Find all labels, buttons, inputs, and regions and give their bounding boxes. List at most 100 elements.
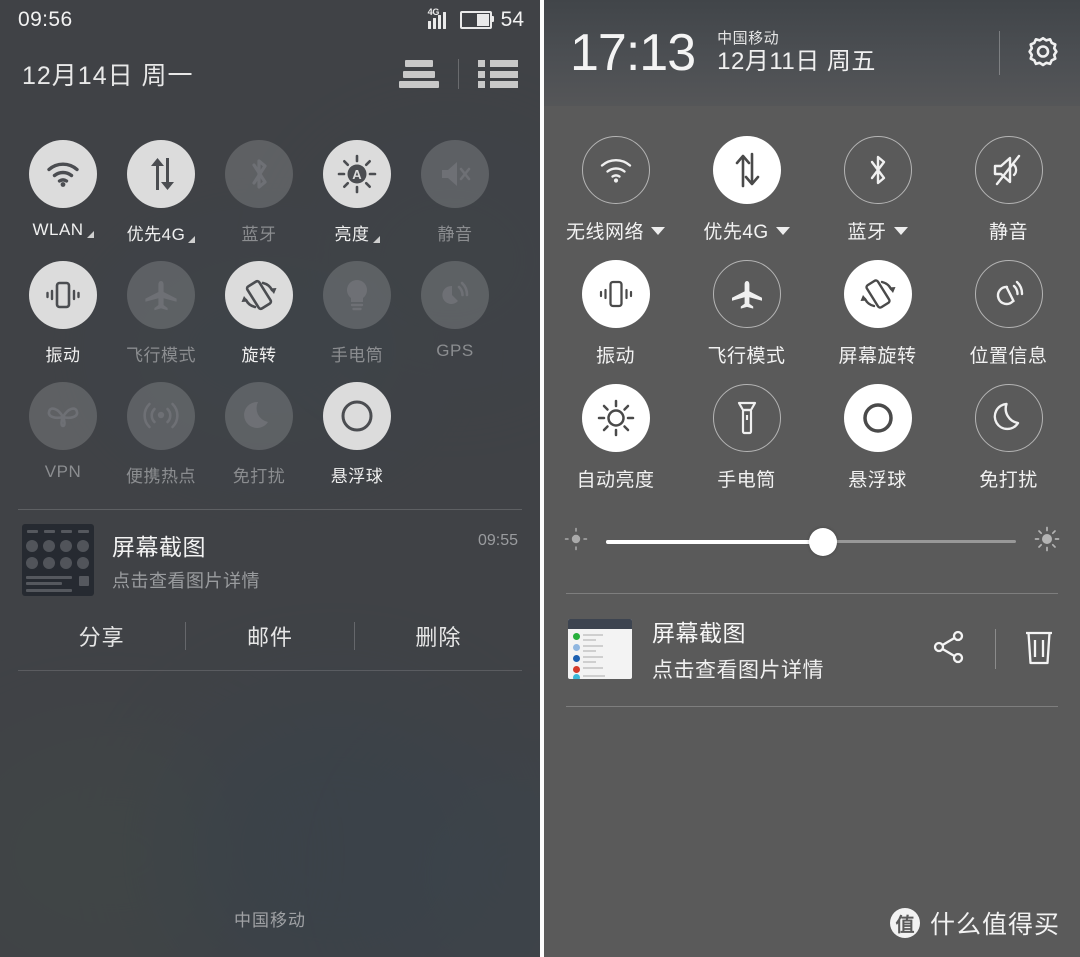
wifi-icon: [581, 136, 650, 204]
toggle-vibrate[interactable]: 振动: [550, 244, 681, 368]
toggle-dnd[interactable]: 免打扰: [943, 368, 1074, 492]
notification-action-delete[interactable]: 删除: [355, 620, 522, 652]
watermark-text: 什么值得买: [929, 911, 1060, 939]
expand-corner-icon[interactable]: [188, 236, 196, 243]
toggle-mute[interactable]: 静音: [943, 120, 1074, 244]
toggle-row: WLAN 优先4G 蓝牙 A 亮度 静音: [14, 124, 526, 245]
toggle-label: 振动: [595, 346, 635, 367]
gear-icon[interactable]: [1024, 34, 1062, 72]
toggle-empty-slot: [406, 366, 504, 487]
toggle-rotate[interactable]: 屏幕旋转: [812, 244, 943, 368]
toggle-label: 无线网络: [565, 222, 644, 243]
toggle-label: 手电筒: [330, 346, 384, 365]
toggle-mute[interactable]: 静音: [406, 124, 504, 245]
screenshot-root: 09:56 4G 54 12月14日 周一 WLAN 优先4G 蓝牙 A 亮度 …: [0, 0, 1080, 957]
notification-action-share[interactable]: 分享: [18, 620, 185, 652]
toggle-row: VPN 便携热点 免打扰 悬浮球: [14, 366, 526, 487]
toggle-floating-ball[interactable]: 悬浮球: [308, 366, 406, 487]
bluetooth-icon: [225, 140, 293, 208]
toggle-label: 振动: [45, 346, 81, 365]
list-icon[interactable]: [478, 60, 518, 88]
toggle-label: 屏幕旋转: [838, 346, 917, 367]
moon-icon: [974, 384, 1043, 452]
rotate-icon: [225, 261, 293, 329]
toggle-vibrate[interactable]: 振动: [14, 245, 112, 366]
toggle-gps[interactable]: GPS: [406, 245, 504, 366]
brightness-high-icon: [1034, 526, 1060, 557]
chevron-down-icon[interactable]: [893, 226, 908, 235]
toggle-label: 悬浮球: [848, 470, 907, 491]
toggle-row: 自动亮度 手电筒 悬浮球 免打扰: [550, 368, 1074, 492]
toggle-wlan[interactable]: WLAN: [14, 124, 112, 245]
toggle-flashlight[interactable]: 手电筒: [308, 245, 406, 366]
toggle-row: 无线网络 优先4G 蓝牙 静音: [550, 120, 1074, 244]
right-phone-panel: 17:13 中国移动 12月11日 周五 无线网络 优先4G 蓝牙 静音 振动 …: [544, 0, 1080, 957]
toggle-vpn[interactable]: VPN: [14, 366, 112, 487]
moon-icon: [225, 382, 293, 450]
notification-title: 屏幕截图: [652, 620, 746, 646]
watermark: 值 什么值得买: [889, 905, 1060, 941]
toggle-bluetooth[interactable]: 蓝牙: [210, 124, 308, 245]
notification-actions: 分享 邮件 删除: [18, 606, 522, 671]
left-notification: 屏幕截图 点击查看图片详情 09:55 分享 邮件 删除: [18, 509, 522, 671]
auto-brightness-icon: A: [323, 140, 391, 208]
expand-corner-icon[interactable]: [372, 236, 380, 243]
toggle-label: 旋转: [241, 346, 277, 365]
airplane-icon: [127, 261, 195, 329]
toggle-bluetooth[interactable]: 蓝牙: [812, 120, 943, 244]
toggle-dnd[interactable]: 免打扰: [210, 366, 308, 487]
slider-thumb[interactable]: [809, 527, 838, 556]
toggle-auto-brightness[interactable]: 自动亮度: [550, 368, 681, 492]
expand-corner-icon[interactable]: [86, 231, 94, 238]
left-toggle-grid: WLAN 优先4G 蓝牙 A 亮度 静音 振动 飞行模式 旋转 手电筒 GPS …: [0, 108, 540, 487]
toggle-row: 振动 飞行模式 旋转 手电筒 GPS: [14, 245, 526, 366]
chevron-down-icon[interactable]: [775, 226, 790, 235]
toggle-brightness[interactable]: A 亮度: [308, 124, 406, 245]
toggle-label: WLAN: [32, 220, 84, 239]
airplane-icon: [712, 260, 781, 328]
brightness-low-icon: [564, 527, 588, 556]
chevron-down-icon[interactable]: [651, 226, 665, 235]
toggle-floating-ball[interactable]: 悬浮球: [812, 368, 943, 492]
bluetooth-icon: [843, 136, 912, 204]
toggle-label: 亮度: [334, 225, 370, 244]
bars-icon[interactable]: [399, 60, 439, 88]
toggle-location[interactable]: 位置信息: [943, 244, 1074, 368]
toggle-airplane[interactable]: 飞行模式: [681, 244, 812, 368]
toggle-label: 自动亮度: [576, 470, 655, 491]
toggle-label: 优先4G: [703, 222, 769, 243]
toggle-wifi[interactable]: 无线网络: [550, 120, 681, 244]
svg-text:A: A: [352, 167, 362, 182]
notification-time: 09:55: [477, 532, 518, 549]
sun-icon: [581, 384, 650, 452]
notification-title: 屏幕截图: [112, 533, 206, 560]
left-status-bar: 09:56 4G 54: [0, 0, 540, 40]
hotspot-icon: [127, 382, 195, 450]
toggle-label: 飞行模式: [126, 346, 196, 365]
signal-bars-icon: 4G: [427, 7, 451, 29]
toggle-airplane[interactable]: 飞行模式: [112, 245, 210, 366]
toggle-hotspot[interactable]: 便携热点: [112, 366, 210, 487]
header-divider: [999, 31, 1000, 75]
notification-row[interactable]: 屏幕截图 点击查看图片详情 09:55: [18, 510, 522, 606]
toggle-rotate[interactable]: 旋转: [210, 245, 308, 366]
toggle-label: 蓝牙: [847, 222, 887, 243]
toggle-data[interactable]: 优先4G: [112, 124, 210, 245]
rotate-icon: [843, 260, 912, 328]
toggle-flashlight[interactable]: 手电筒: [681, 368, 812, 492]
watermark-logo: 值: [889, 908, 920, 938]
battery-icon: [459, 11, 494, 29]
left-date-label: 12月14日 周一: [22, 62, 194, 90]
share-icon[interactable]: [929, 627, 969, 672]
toggle-data[interactable]: 优先4G: [681, 120, 812, 244]
brightness-slider[interactable]: [606, 527, 1016, 556]
toggle-label: 优先4G: [126, 225, 186, 244]
trash-icon[interactable]: [1022, 627, 1056, 672]
notification-row[interactable]: 屏幕截图 点击查看图片详情: [566, 594, 1058, 707]
floating-ball-icon: [323, 382, 391, 450]
flashlight-bulb-icon: [323, 261, 391, 329]
notification-subtitle: 点击查看图片详情: [652, 659, 824, 682]
slider-fill: [606, 539, 824, 544]
notification-action-mail[interactable]: 邮件: [186, 620, 353, 652]
toggle-label: 悬浮球: [330, 467, 384, 486]
